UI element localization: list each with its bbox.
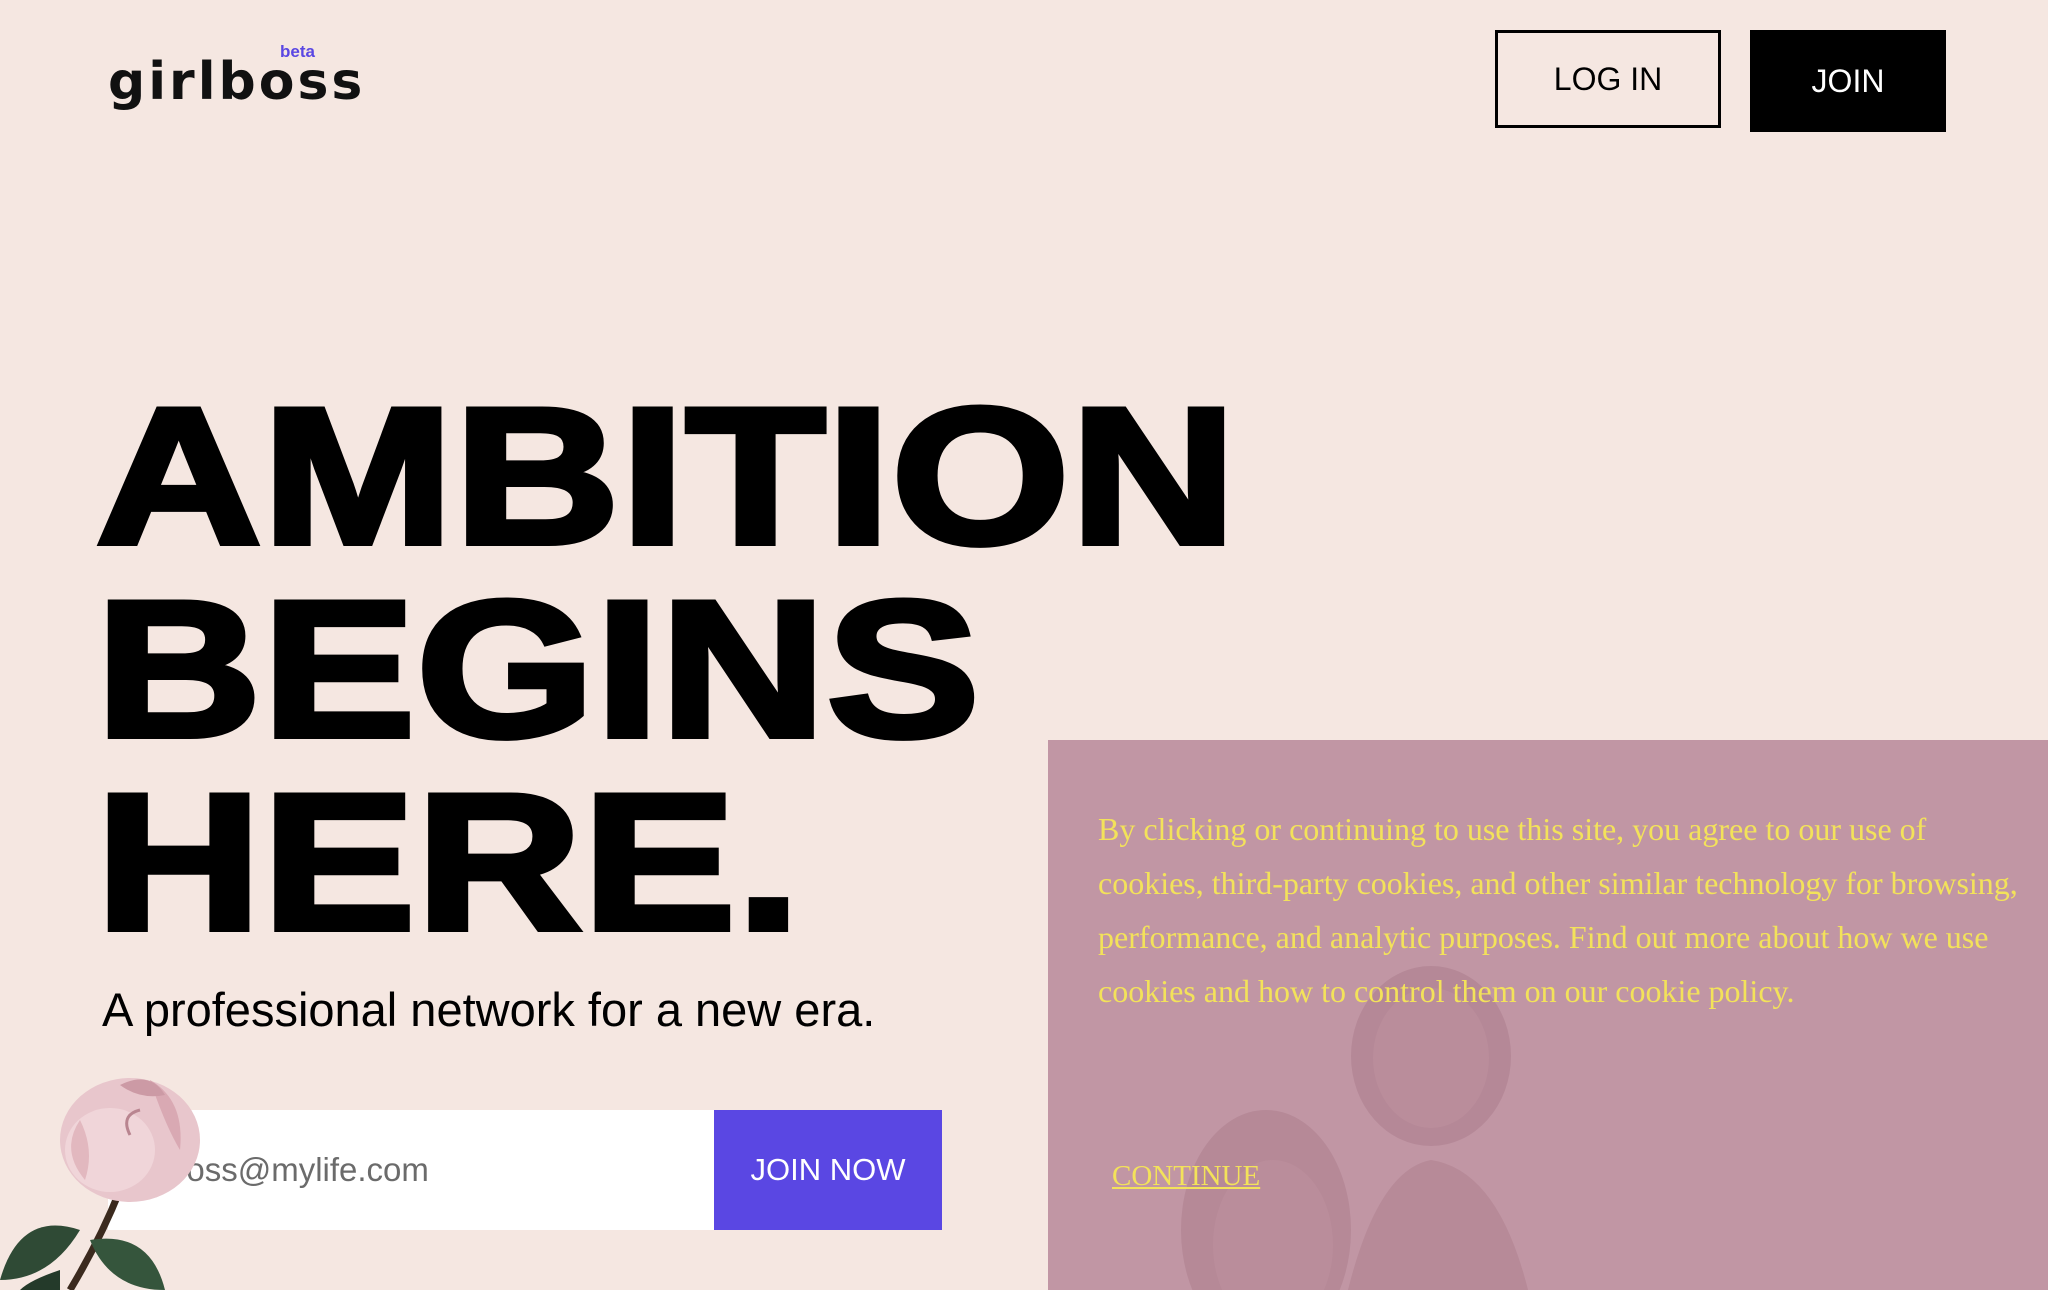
login-button[interactable]: LOG IN	[1495, 30, 1721, 128]
join-now-button[interactable]: JOIN NOW	[714, 1110, 942, 1230]
join-button[interactable]: JOIN	[1750, 30, 1946, 132]
beta-badge: beta	[280, 42, 315, 61]
logo-wordmark: girlboss	[108, 52, 366, 112]
cookie-message: By clicking or continuing to use this si…	[1098, 811, 2018, 1009]
hero-title-line-2: BEGINS	[92, 561, 983, 778]
cookie-banner: By clicking or continuing to use this si…	[1048, 740, 2048, 1290]
hero-tagline: A professional network for a new era.	[102, 983, 876, 1036]
rose-icon	[0, 1078, 200, 1290]
cookie-continue-link[interactable]: CONTINUE	[1112, 1160, 1260, 1193]
hero-title-line-1: AMBITION	[92, 368, 1239, 585]
